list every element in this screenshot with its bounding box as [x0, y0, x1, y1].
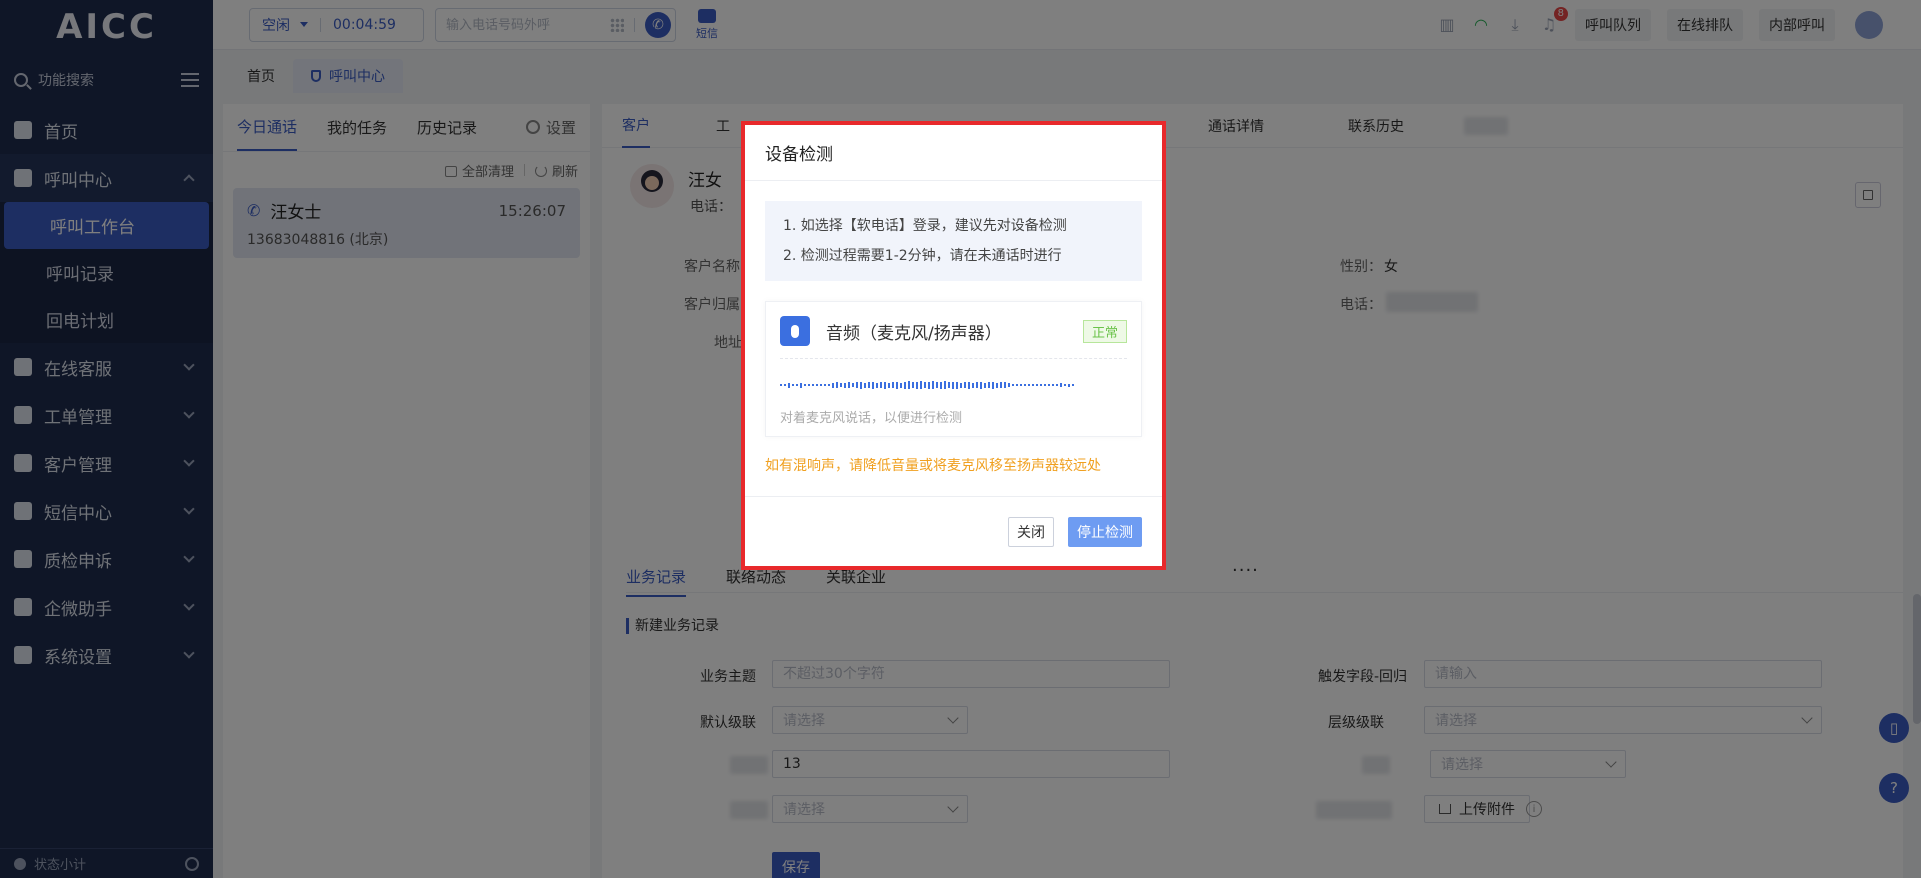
audio-waveform — [780, 359, 1127, 403]
waveform-bar — [780, 384, 782, 386]
waveform-bar — [1052, 384, 1054, 386]
waveform-bar — [884, 381, 886, 389]
device-check-dialog: 设备检测 1. 如选择【软电话】登录，建议先对设备检测 2. 检测过程需要1-2… — [741, 121, 1166, 570]
warning-text: 如有混响声，请降低音量或将麦克风移至扬声器较远处 — [765, 458, 1101, 474]
waveform-bar — [892, 382, 894, 388]
waveform-bar — [1024, 384, 1026, 386]
waveform-bar — [832, 382, 834, 388]
tip-line: 2. 检测过程需要1-2分钟，请在未通话时进行 — [783, 248, 1062, 264]
waveform-bar — [864, 382, 866, 388]
waveform-bar — [996, 382, 998, 388]
waveform-bar — [812, 384, 814, 386]
waveform-bar — [804, 384, 806, 386]
microphone-icon — [780, 316, 810, 346]
waveform-bar — [992, 381, 994, 389]
waveform-bar — [1048, 384, 1050, 386]
waveform-bar — [972, 382, 974, 388]
waveform-bar — [860, 381, 862, 389]
waveform-bar — [1008, 383, 1010, 387]
waveform-bar — [1072, 384, 1074, 386]
waveform-bar — [1060, 383, 1062, 387]
waveform-bar — [968, 381, 970, 389]
waveform-bar — [828, 384, 830, 386]
dialog-title: 设备检测 — [745, 125, 1162, 181]
waveform-bar — [1000, 382, 1002, 388]
waveform-bar — [1044, 384, 1046, 386]
audio-hint: 对着麦克风说话，以便进行检测 — [780, 411, 963, 426]
waveform-bar — [952, 381, 954, 389]
waveform-bar — [788, 382, 790, 388]
waveform-bar — [908, 381, 910, 389]
waveform-bar — [784, 384, 786, 386]
waveform-bar — [936, 382, 938, 388]
waveform-bar — [872, 381, 874, 389]
waveform-bar — [1036, 384, 1038, 386]
waveform-bar — [984, 382, 986, 388]
audio-check-card: 音频（麦克风/扬声器） 正常 对着麦克风说话，以便进行检测 — [765, 301, 1142, 437]
waveform-bar — [852, 383, 854, 387]
status-badge: 正常 — [1082, 319, 1127, 343]
waveform-bar — [960, 382, 962, 388]
waveform-bar — [796, 384, 798, 386]
waveform-bar — [924, 382, 926, 388]
waveform-bar — [1068, 383, 1070, 387]
waveform-bar — [928, 381, 930, 389]
waveform-bar — [896, 381, 898, 389]
waveform-bar — [1032, 384, 1034, 386]
stop-check-button[interactable]: 停止检测 — [1068, 516, 1142, 547]
close-button[interactable]: 关闭 — [1008, 516, 1054, 547]
waveform-bar — [904, 381, 906, 389]
waveform-bar — [964, 382, 966, 388]
waveform-bar — [1056, 384, 1058, 386]
waveform-bar — [948, 382, 950, 388]
waveform-bar — [816, 384, 818, 386]
waveform-bar — [820, 384, 822, 386]
waveform-bar — [880, 382, 882, 388]
waveform-bar — [980, 381, 982, 389]
dialog-footer: 关闭 停止检测 — [745, 496, 1162, 566]
waveform-bar — [1004, 382, 1006, 388]
waveform-bar — [1020, 384, 1022, 386]
waveform-bar — [944, 381, 946, 389]
waveform-bar — [840, 383, 842, 387]
waveform-bar — [956, 381, 958, 389]
waveform-bar — [940, 381, 942, 389]
waveform-bar — [900, 382, 902, 388]
waveform-bar — [844, 382, 846, 388]
waveform-bar — [836, 382, 838, 388]
waveform-bar — [800, 382, 802, 388]
waveform-bar — [824, 384, 826, 386]
waveform-bar — [988, 382, 990, 388]
waveform-bar — [856, 382, 858, 388]
waveform-bar — [976, 382, 978, 388]
audio-title: 音频（麦克风/扬声器） — [826, 323, 1002, 344]
waveform-bar — [888, 382, 890, 388]
waveform-bar — [1012, 384, 1014, 386]
waveform-bar — [808, 384, 810, 386]
waveform-bar — [1028, 384, 1030, 386]
waveform-bar — [920, 381, 922, 389]
waveform-bar — [1040, 384, 1042, 386]
tip-line: 1. 如选择【软电话】登录，建议先对设备检测 — [783, 218, 1067, 234]
waveform-bar — [1064, 384, 1066, 386]
waveform-bar — [792, 384, 794, 386]
waveform-bar — [1016, 384, 1018, 386]
waveform-bar — [932, 381, 934, 389]
waveform-bar — [916, 381, 918, 389]
tip-box: 1. 如选择【软电话】登录，建议先对设备检测 2. 检测过程需要1-2分钟，请在… — [765, 201, 1142, 281]
waveform-bar — [868, 382, 870, 388]
waveform-bar — [848, 382, 850, 388]
waveform-bar — [912, 382, 914, 388]
waveform-bar — [876, 382, 878, 388]
